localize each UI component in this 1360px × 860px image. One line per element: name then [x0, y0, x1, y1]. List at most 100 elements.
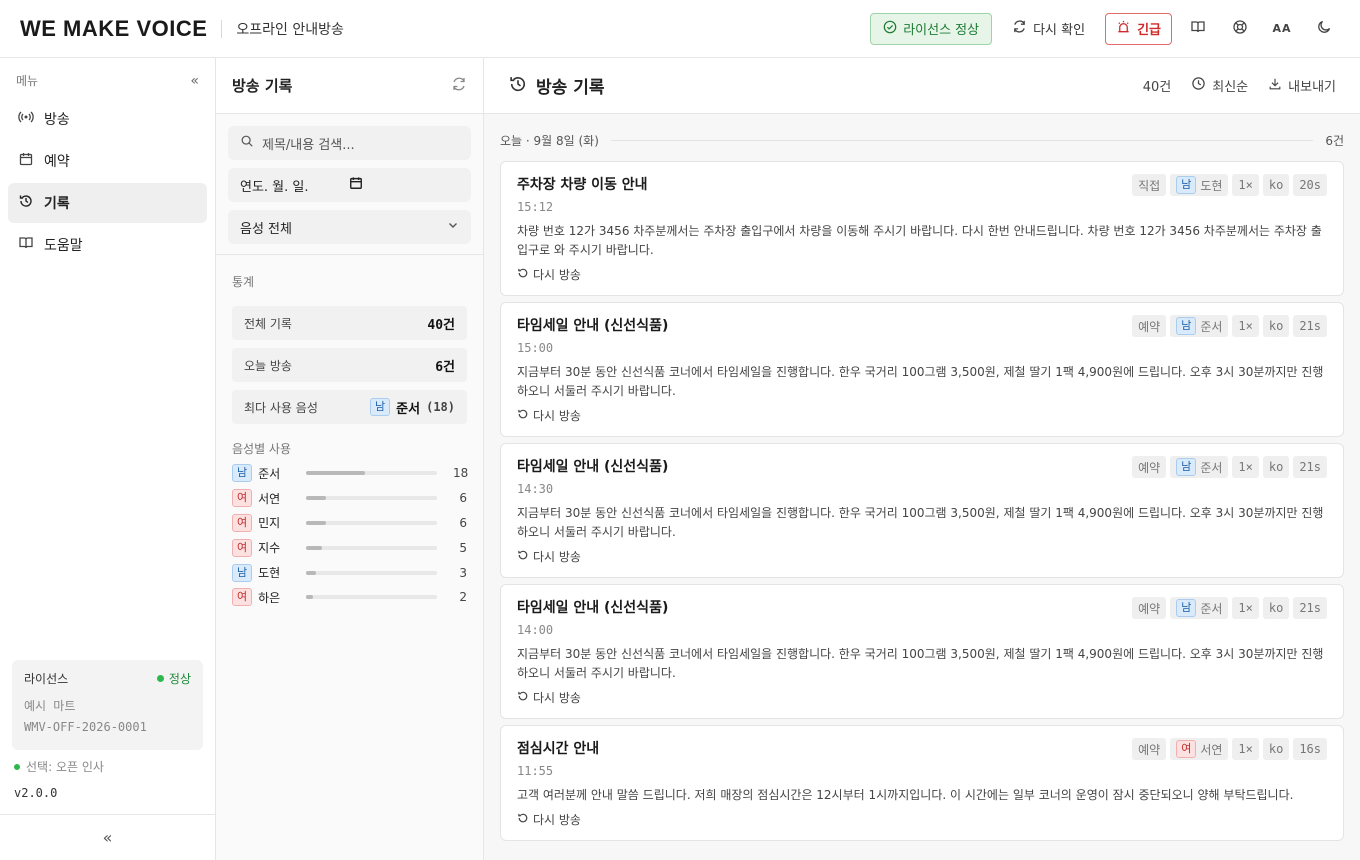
book-icon	[1190, 19, 1206, 39]
main-toolbar: 40건 최신순 내보내기	[1143, 76, 1336, 95]
sort-label: 최신순	[1212, 80, 1249, 95]
gender-badge: 여	[232, 489, 253, 508]
sidebar-item-schedule[interactable]: 예약	[8, 141, 207, 181]
usage-bar	[306, 496, 437, 501]
record-time: 14:30	[517, 482, 554, 496]
theme-toggle-button[interactable]	[1308, 13, 1340, 45]
license-key: WMV-OFF-2026-0001	[24, 720, 147, 734]
gender-badge: 남	[1176, 317, 1197, 335]
sidebar-item-label: 기록	[44, 196, 70, 212]
record-card[interactable]: 타임세일 안내 (신선식품) 14:30 지금부터 30분 동안 신선식품 코너에서…	[500, 443, 1344, 578]
day-group-header: 오늘 · 9월 8일 (화) 6건	[484, 114, 1360, 155]
record-text: 차량 번호 12가 3456 차주분께서는 주차장 출입구에서 차량을 이동해 …	[517, 224, 1322, 257]
day-count: 6건	[1325, 134, 1344, 148]
sidebar-item-history[interactable]: 기록	[8, 183, 207, 223]
export-button[interactable]: 내보내기	[1268, 76, 1336, 95]
history-icon	[508, 74, 528, 98]
record-card[interactable]: 점심시간 안내 11:55 고객 여러분께 안내 말씀 드립니다. 저희 매장의 점…	[500, 725, 1344, 841]
replay-button[interactable]: 다시 방송	[517, 266, 1327, 283]
voice-name: 도현	[1200, 178, 1223, 193]
font-size-button[interactable]: AA	[1266, 13, 1298, 45]
voice-usage-list: 남 준서 18 여 서연 6 여 민지 6 여 지수 5 남 도현 3 여 하은 2	[216, 461, 483, 610]
history-main: 방송 기록 40건 최신순 내보내기 오늘 · 9월 8일 (화) 6건 주차장…	[484, 58, 1360, 860]
date-input[interactable]: 연도. 월. 일.	[228, 168, 471, 202]
voice-usage-row: 여 서연 6	[216, 486, 483, 511]
search-input[interactable]: 제목/내용 검색...	[228, 126, 471, 160]
brand-logo[interactable]: WE MAKE VOICE	[20, 16, 207, 42]
record-card[interactable]: 타임세일 안내 (신선식품) 14:00 지금부터 30분 동안 신선식품 코너에서…	[500, 584, 1344, 719]
manual-button[interactable]	[1182, 13, 1214, 45]
siren-icon	[1116, 19, 1131, 38]
replay-button[interactable]: 다시 방송	[517, 811, 1327, 828]
gender-badge: 여	[232, 538, 253, 557]
urgent-label: 긴급	[1137, 23, 1161, 38]
record-card[interactable]: 타임세일 안내 (신선식품) 15:00 지금부터 30분 동안 신선식품 코너에서…	[500, 302, 1344, 437]
menu-header: 메뉴 «	[0, 58, 215, 97]
voice-name: 준서	[1200, 460, 1223, 475]
license-status-label: 라이선스 정상	[903, 23, 980, 38]
search-icon	[240, 134, 254, 152]
usage-bar	[306, 595, 437, 600]
voice-filter-select[interactable]: 음성 전체	[228, 210, 471, 244]
usage-bar-fill	[306, 595, 313, 600]
replay-icon	[517, 408, 529, 423]
selected-text: 선택: 오픈 인사	[26, 760, 104, 774]
license-status-button[interactable]: 라이선스 정상	[870, 12, 993, 45]
record-card[interactable]: 주차장 차량 이동 안내 15:12 차량 번호 12가 3456 차주분께서는 주…	[500, 161, 1344, 296]
brand-divider	[221, 19, 223, 38]
sidebar-item-label: 방송	[44, 112, 70, 128]
usage-bar	[306, 520, 437, 525]
search-placeholder: 제목/내용 검색...	[262, 137, 355, 153]
gender-badge: 남	[1176, 458, 1197, 476]
gender-badge: 남	[1176, 176, 1197, 194]
urgent-button[interactable]: 긴급	[1105, 12, 1172, 45]
calendar-icon[interactable]	[349, 176, 363, 194]
replay-button[interactable]: 다시 방송	[517, 548, 1327, 565]
replay-label: 다시 방송	[533, 268, 581, 282]
sidebar-item-label: 도움말	[44, 238, 83, 254]
gender-badge: 남	[232, 464, 253, 483]
check-circle-icon	[883, 20, 897, 38]
voice-name: 서연	[1200, 742, 1223, 757]
record-list: 주차장 차량 이동 안내 15:12 차량 번호 12가 3456 차주분께서는 주…	[484, 161, 1360, 841]
sort-button[interactable]: 최신순	[1191, 76, 1248, 95]
record-text: 지금부터 30분 동안 신선식품 코너에서 타임세일을 진행합니다. 한우 국거…	[517, 647, 1324, 680]
chevron-down-icon	[447, 219, 459, 235]
voice-usage-row: 여 민지 6	[216, 511, 483, 536]
support-button[interactable]	[1224, 13, 1256, 45]
page-title: 방송 기록	[536, 78, 605, 98]
sidebar-collapse-button[interactable]: «	[0, 814, 215, 860]
stat-label: 최다 사용 음성	[244, 400, 318, 415]
sidebar-item-help[interactable]: 도움말	[8, 225, 207, 265]
moon-icon	[1316, 19, 1332, 39]
license-status-badge: 정상	[156, 670, 191, 687]
replay-button[interactable]: 다시 방송	[517, 407, 1327, 424]
type-tag: 예약	[1132, 597, 1167, 619]
speed-tag: 1×	[1232, 738, 1259, 760]
type-tag: 예약	[1132, 456, 1167, 478]
recheck-button[interactable]: 다시 확인	[1002, 13, 1095, 45]
gender-badge: 여	[232, 588, 253, 607]
record-text: 고객 여러분께 안내 말씀 드립니다. 저희 매장의 점심시간은 12시부터 1…	[517, 788, 1294, 802]
refresh-icon[interactable]	[451, 76, 467, 96]
license-label: 라이선스	[24, 672, 69, 686]
history-icon	[18, 193, 34, 213]
collapse-chevrons-icon[interactable]: «	[190, 73, 199, 89]
usage-count: 18	[453, 466, 469, 481]
record-tags: 직접 남 도현 1× ko 20s	[1132, 174, 1327, 196]
lang-tag: ko	[1262, 315, 1290, 337]
replay-button[interactable]: 다시 방송	[517, 689, 1327, 706]
recheck-label: 다시 확인	[1033, 23, 1086, 38]
replay-icon	[517, 549, 529, 564]
record-text: 지금부터 30분 동안 신선식품 코너에서 타임세일을 진행합니다. 한우 국거…	[517, 365, 1324, 398]
gender-badge: 여	[232, 513, 253, 532]
record-tags: 예약 남 준서 1× ko 21s	[1132, 456, 1327, 478]
usage-bar-fill	[306, 520, 326, 525]
type-tag: 예약	[1132, 738, 1167, 760]
replay-icon	[517, 690, 529, 705]
sidebar-item-broadcast[interactable]: 방송	[8, 99, 207, 139]
lifebuoy-icon	[1232, 19, 1248, 39]
record-tags: 예약 남 준서 1× ko 21s	[1132, 315, 1327, 337]
voice-tag: 남 도현	[1170, 174, 1229, 196]
record-tags: 예약 남 준서 1× ko 21s	[1132, 597, 1327, 619]
